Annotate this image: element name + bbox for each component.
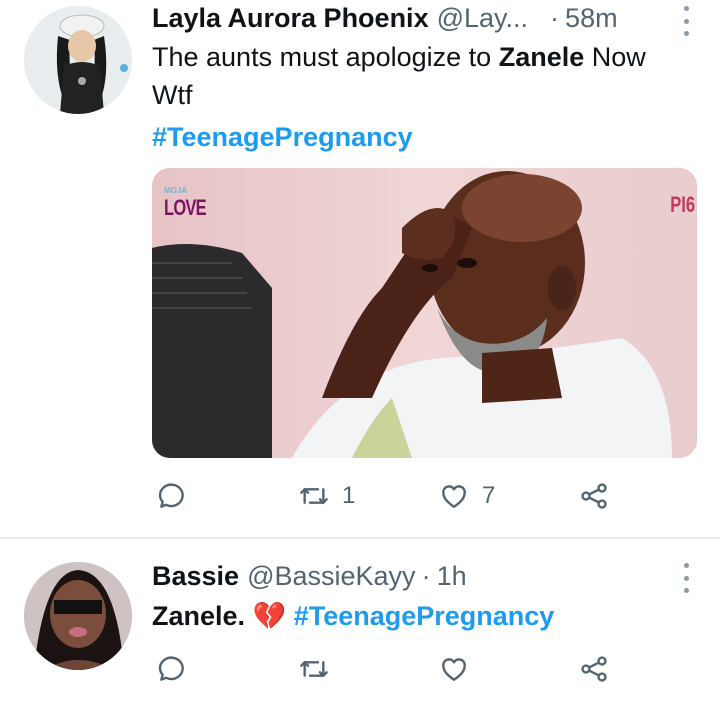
reply-icon: [158, 656, 184, 681]
user-handle[interactable]: @Lay...: [437, 3, 528, 34]
tweet-text-line2: Wtf: [152, 80, 193, 110]
like-icon: [442, 485, 466, 508]
like-icon: [442, 658, 466, 681]
tweet-header: Layla Aurora Phoenix @Lay... · 58m: [152, 3, 618, 34]
reply-button[interactable]: [156, 653, 200, 685]
timestamp[interactable]: 1h: [437, 561, 467, 592]
retweet-icon: [300, 488, 328, 504]
share-button[interactable]: [578, 653, 610, 685]
tweet[interactable]: Bassie @BassieKayy · 1h Zanele. 💔 #Teena…: [0, 539, 720, 710]
tweet-text-part: The aunts must apologize to: [152, 42, 499, 72]
watermark-label-right: PI6: [670, 192, 695, 217]
reply-icon: [158, 483, 184, 508]
like-button[interactable]: [438, 653, 482, 685]
tweet[interactable]: Layla Aurora Phoenix @Lay... · 58m The a…: [0, 0, 720, 538]
retweet-button[interactable]: 1: [298, 480, 355, 512]
like-count: 7: [482, 482, 496, 509]
watermark-label-top: MOJA: [164, 186, 188, 195]
avatar[interactable]: [24, 6, 132, 114]
share-button[interactable]: [578, 480, 610, 512]
display-name[interactable]: Layla Aurora Phoenix: [152, 3, 429, 34]
user-handle[interactable]: @BassieKayy: [247, 561, 415, 592]
more-options-icon[interactable]: [682, 563, 690, 593]
watermark-label-main: LOVE: [164, 195, 207, 220]
tweet-image[interactable]: MOJA LOVE PI6: [152, 168, 697, 458]
retweet-count: 1: [342, 482, 356, 509]
hashtag-link[interactable]: #TeenagePregnancy: [294, 601, 555, 631]
more-options-icon[interactable]: [682, 6, 690, 36]
like-button[interactable]: 7: [438, 480, 495, 512]
retweet-button[interactable]: [298, 653, 342, 685]
tweet-text-part: Now: [584, 42, 646, 72]
display-name[interactable]: Bassie: [152, 561, 239, 592]
tweet-text: The aunts must apologize to Zanele Now W…: [152, 38, 646, 114]
avatar[interactable]: [24, 562, 132, 670]
tweet-text-bold: Zanele.: [152, 601, 246, 631]
retweet-icon: [300, 661, 328, 677]
mention-bold: Zanele: [498, 42, 585, 72]
broken-heart-emoji: 💔: [252, 601, 287, 631]
reply-button[interactable]: [156, 480, 200, 512]
share-icon: [581, 483, 607, 509]
separator-dot: ·: [421, 561, 431, 591]
tweet-text: Zanele. 💔 #TeenagePregnancy: [152, 597, 554, 635]
share-icon: [581, 656, 607, 682]
timestamp[interactable]: 58m: [565, 3, 618, 34]
tweet-header: Bassie @BassieKayy · 1h: [152, 561, 467, 592]
separator-dot: ·: [550, 3, 560, 33]
hashtag-link[interactable]: #TeenagePregnancy: [152, 118, 413, 156]
